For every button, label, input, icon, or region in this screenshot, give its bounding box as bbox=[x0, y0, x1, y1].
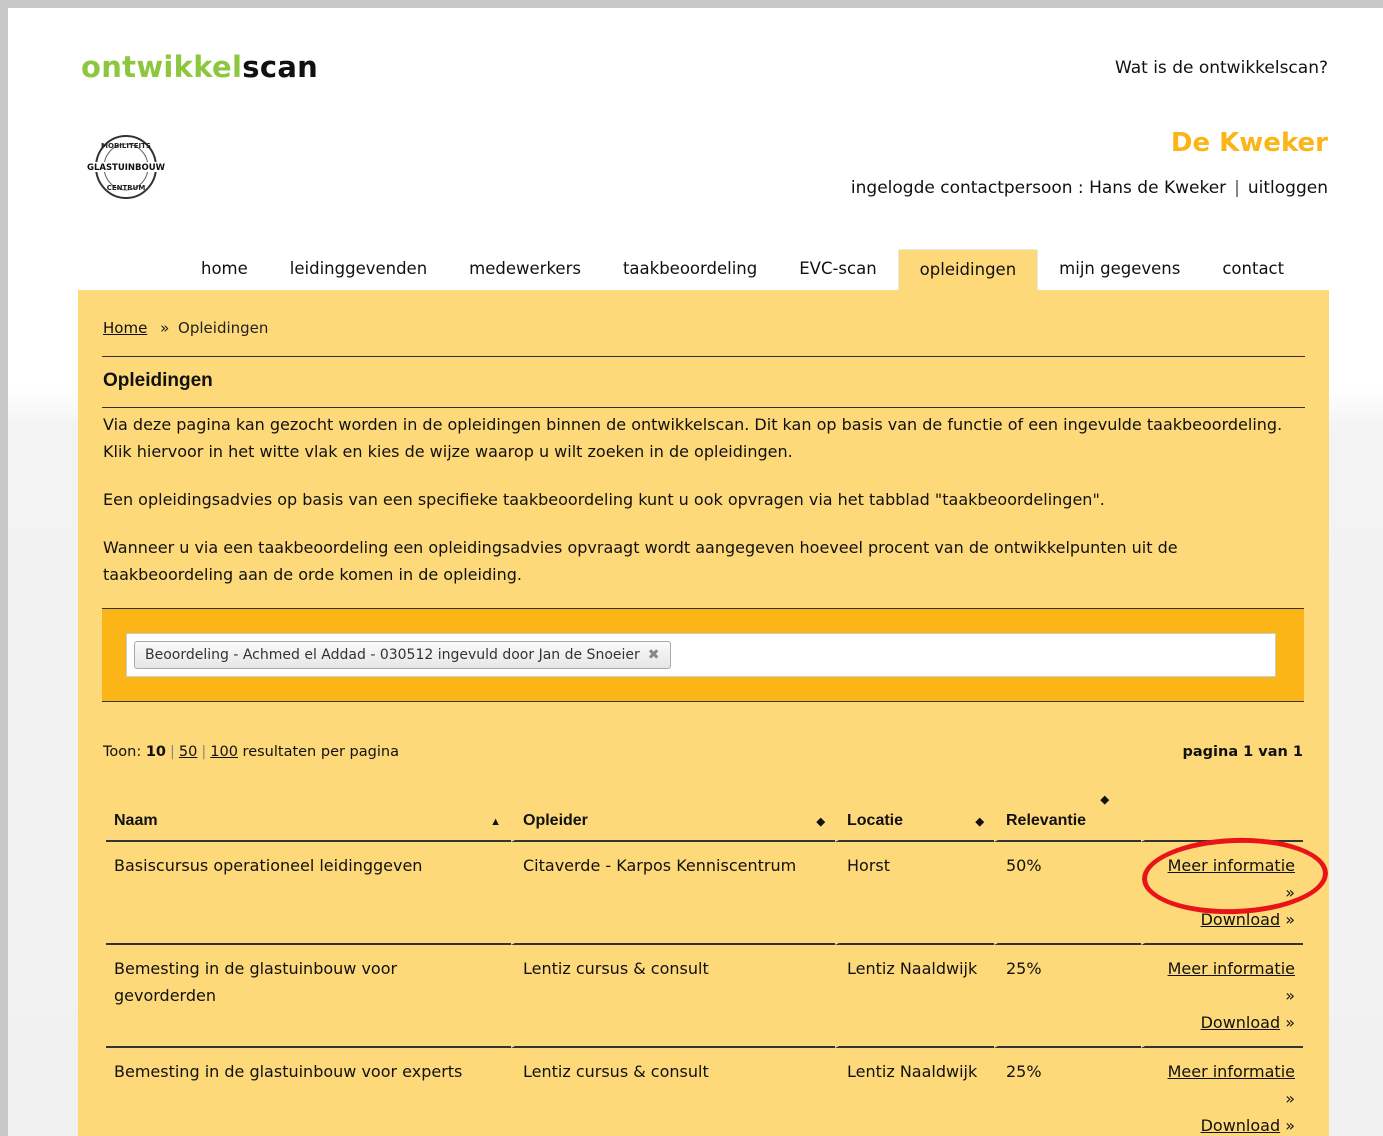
arrow-icon: » bbox=[1285, 883, 1295, 902]
advice-paragraph: Een opleidingsadvies op basis van een sp… bbox=[103, 490, 1105, 509]
logo-part-ontwikkel: ontwikkel bbox=[81, 50, 243, 84]
arrow-icon: » bbox=[1285, 910, 1295, 929]
breadcrumb-separator: » bbox=[160, 319, 170, 337]
tab-opleidingen[interactable]: opleidingen bbox=[897, 249, 1039, 291]
download-link[interactable]: Download bbox=[1201, 910, 1281, 929]
breadcrumb-home-link[interactable]: Home bbox=[103, 319, 147, 337]
search-input[interactable]: Beoordeling - Achmed el Addad - 030512 i… bbox=[126, 633, 1276, 677]
tab-taakbeoordeling[interactable]: taakbeoordeling bbox=[602, 249, 778, 291]
meer-informatie-link[interactable]: Meer informatie bbox=[1168, 959, 1295, 978]
tab-contact[interactable]: contact bbox=[1201, 249, 1305, 291]
download-link[interactable]: Download bbox=[1201, 1013, 1281, 1032]
divider bbox=[102, 356, 1305, 357]
meer-informatie-link[interactable]: Meer informatie bbox=[1168, 856, 1295, 875]
arrow-icon: » bbox=[1285, 1013, 1295, 1032]
cell-opleider: Lentiz cursus & consult bbox=[511, 945, 835, 1048]
cell-relevantie: 25% bbox=[994, 945, 1141, 1048]
site-logo[interactable]: ontwikkelscan bbox=[81, 50, 318, 84]
svg-text:CENTRUM: CENTRUM bbox=[107, 184, 146, 192]
cell-naam: Bemesting in de glastuinbouw voor gevord… bbox=[106, 945, 511, 1048]
cell-opleider: Citaverde - Karpos Kenniscentrum bbox=[511, 842, 835, 945]
per-page-100-link[interactable]: 100 bbox=[210, 744, 238, 760]
cell-locatie: Lentiz Naaldwijk bbox=[835, 945, 994, 1048]
cell-opleider: Lentiz cursus & consult bbox=[511, 1048, 835, 1136]
svg-text:MOBILITEITS: MOBILITEITS bbox=[101, 142, 151, 150]
separator: | bbox=[170, 744, 175, 760]
cell-actions: Meer informatie » Download » bbox=[1141, 945, 1303, 1048]
column-label: Relevantie bbox=[1006, 812, 1087, 829]
tab-leidinggevenden[interactable]: leidinggevenden bbox=[269, 249, 448, 291]
column-header-locatie[interactable]: Locatie ◆ bbox=[835, 790, 994, 842]
cell-relevantie: 50% bbox=[994, 842, 1141, 945]
table-row: Basiscursus operationeel leidinggeven Ci… bbox=[106, 842, 1303, 945]
page-title: Opleidingen bbox=[103, 370, 213, 391]
sort-icon[interactable]: ◆ bbox=[817, 815, 825, 828]
intro-paragraph: Via deze pagina kan gezocht worden in de… bbox=[103, 415, 1283, 461]
cell-naam: Bemesting in de glastuinbouw voor expert… bbox=[106, 1048, 511, 1136]
chip-label: Beoordeling - Achmed el Addad - 030512 i… bbox=[145, 647, 640, 663]
column-header-opleider[interactable]: Opleider ◆ bbox=[511, 790, 835, 842]
what-is-link[interactable]: Wat is de ontwikkelscan? bbox=[1115, 58, 1328, 78]
tab-mijn-gegevens[interactable]: mijn gegevens bbox=[1038, 249, 1201, 291]
column-header-actions bbox=[1141, 790, 1303, 842]
meer-informatie-link[interactable]: Meer informatie bbox=[1168, 1062, 1295, 1081]
arrow-icon: » bbox=[1285, 986, 1295, 1005]
tab-evc-scan[interactable]: EVC-scan bbox=[778, 249, 897, 291]
page-info: pagina 1 van 1 bbox=[1182, 744, 1303, 760]
company-name: De Kweker bbox=[1170, 128, 1328, 158]
tab-home[interactable]: home bbox=[180, 249, 269, 291]
tab-medewerkers[interactable]: medewerkers bbox=[448, 249, 602, 291]
cell-actions: Meer informatie » Download » bbox=[1141, 1048, 1303, 1136]
logged-in-user: ingelogde contactpersoon : Hans de Kweke… bbox=[850, 178, 1227, 198]
arrow-icon: » bbox=[1285, 1089, 1295, 1108]
column-label: Naam bbox=[114, 812, 158, 829]
results-per-page: Toon: 10 | 50 | 100 resultaten per pagina bbox=[103, 744, 399, 760]
breadcrumb-current: Opleidingen bbox=[178, 319, 269, 337]
percentage-paragraph: Wanneer u via een taakbeoordeling een op… bbox=[103, 538, 1178, 584]
search-area: Beoordeling - Achmed el Addad - 030512 i… bbox=[102, 608, 1304, 702]
breadcrumb: Home » Opleidingen bbox=[103, 319, 268, 337]
column-header-relevantie[interactable]: Relevantie ◆ bbox=[994, 790, 1141, 842]
separator: | bbox=[1234, 178, 1240, 198]
arrow-icon: » bbox=[1285, 1116, 1295, 1135]
svg-text:GLASTUINBOUW: GLASTUINBOUW bbox=[87, 163, 166, 173]
per-page-50-link[interactable]: 50 bbox=[179, 744, 197, 760]
table-row: Bemesting in de glastuinbouw voor expert… bbox=[106, 1048, 1303, 1136]
cell-naam: Basiscursus operationeel leidinggeven bbox=[106, 842, 511, 945]
sort-icon[interactable]: ◆ bbox=[1101, 793, 1109, 806]
column-header-naam[interactable]: Naam ▲ bbox=[106, 790, 511, 842]
logout-link[interactable]: uitloggen bbox=[1248, 178, 1328, 198]
per-page-10-current: 10 bbox=[145, 744, 167, 760]
main-nav: home leidinggevenden medewerkers taakbeo… bbox=[180, 249, 1305, 291]
divider bbox=[102, 407, 1305, 408]
sort-icon[interactable]: ◆ bbox=[976, 815, 984, 828]
table-row: Bemesting in de glastuinbouw voor gevord… bbox=[106, 945, 1303, 1048]
cell-relevantie: 25% bbox=[994, 1048, 1141, 1136]
selected-assessment-chip[interactable]: Beoordeling - Achmed el Addad - 030512 i… bbox=[134, 641, 671, 669]
glastuinbouw-badge-logo: MOBILITEITS GLASTUINBOUW CENTRUM bbox=[80, 135, 172, 199]
download-link[interactable]: Download bbox=[1201, 1116, 1281, 1135]
column-label: Opleider bbox=[523, 812, 588, 829]
content-panel: Home » Opleidingen Opleidingen Via deze … bbox=[78, 290, 1329, 1136]
logo-part-scan: scan bbox=[242, 50, 319, 84]
sort-ascending-icon[interactable]: ▲ bbox=[490, 816, 501, 828]
results-table: Naam ▲ Opleider ◆ Locatie ◆ Relevantie ◆ Bas… bbox=[106, 790, 1303, 1136]
toon-label: Toon: bbox=[103, 744, 142, 760]
cell-locatie: Lentiz Naaldwijk bbox=[835, 1048, 994, 1136]
cell-actions: Meer informatie » Download » bbox=[1141, 842, 1303, 945]
per-page-suffix: resultaten per pagina bbox=[242, 744, 399, 760]
column-label: Locatie bbox=[847, 812, 904, 829]
remove-chip-icon[interactable]: ✖ bbox=[648, 642, 660, 668]
separator: | bbox=[201, 744, 207, 760]
cell-locatie: Horst bbox=[835, 842, 994, 945]
user-info-line: ingelogde contactpersoon : Hans de Kweke… bbox=[851, 178, 1328, 198]
